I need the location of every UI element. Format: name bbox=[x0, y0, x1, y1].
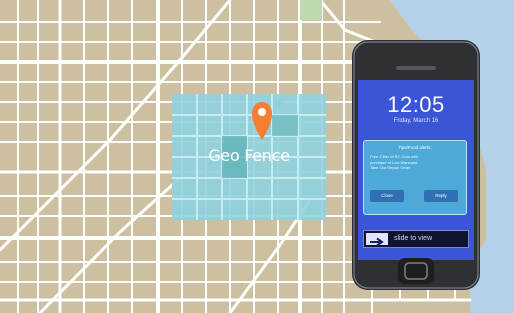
notification-body: Free 2 liter of RC Cola with purchase of… bbox=[370, 154, 460, 171]
geofence-illustration: Geo Fence 12:05 Friday, March 16 Tips/Fo… bbox=[0, 0, 514, 313]
lock-screen: 12:05 Friday, March 16 Tips/Food alerts:… bbox=[358, 80, 474, 260]
clock-date: Friday, March 16 bbox=[393, 118, 439, 124]
reply-button[interactable]: Reply bbox=[424, 190, 458, 202]
notification-title: Tips/Food alerts: bbox=[398, 145, 432, 150]
geo-fence-label: Geo Fence bbox=[208, 146, 290, 165]
clock-time: 12:05 bbox=[387, 92, 445, 117]
slide-to-view-label: slide to view bbox=[394, 235, 433, 242]
notification-line: Take Our Repair Order bbox=[370, 165, 411, 170]
park-block bbox=[300, 0, 322, 20]
close-button[interactable]: Close bbox=[370, 190, 404, 202]
notification-alert: Tips/Food alerts: Free 2 liter of RC Col… bbox=[363, 140, 467, 215]
arrow-right-icon[interactable] bbox=[366, 233, 388, 247]
slide-to-view-control[interactable]: slide to view bbox=[363, 230, 469, 248]
